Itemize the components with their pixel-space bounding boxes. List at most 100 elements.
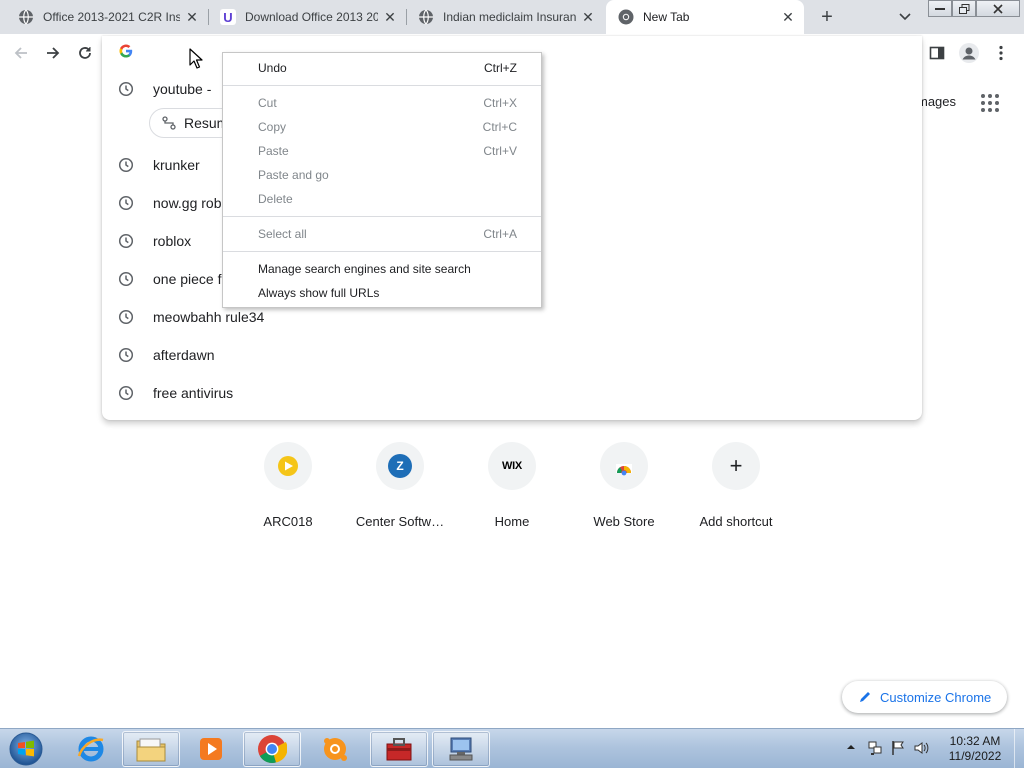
taskbar-toolbox-app[interactable] (370, 731, 428, 767)
pencil-icon (860, 692, 870, 702)
chrome-icon (618, 9, 634, 25)
omnibox-suggestion[interactable]: afterdawn (102, 336, 922, 374)
action-center-flag-icon[interactable] (890, 740, 906, 756)
add-shortcut-button[interactable]: + Add shortcut (680, 442, 792, 529)
folder-icon (136, 738, 166, 762)
shortcut-label: Home (494, 514, 530, 529)
menu-item-manage-search-engines[interactable]: Manage search engines and site search (223, 257, 541, 281)
volume-icon[interactable] (913, 740, 929, 756)
shortcut-arc018[interactable]: ARC018 (232, 442, 344, 529)
shortcut-tile: Z (376, 442, 424, 490)
network-computer-icon (449, 737, 473, 761)
side-panel-icon (929, 46, 945, 60)
close-window-button[interactable] (976, 0, 1020, 17)
shortcut-center-software[interactable]: Z Center Softw… (344, 442, 456, 529)
context-menu: Undo Ctrl+Z Cut Ctrl+X Copy Ctrl+C Paste… (222, 52, 542, 308)
close-icon[interactable]: ✕ (780, 9, 796, 25)
tab-mediclaim[interactable]: Indian mediclaim Insuranc ✕ (406, 0, 604, 34)
restore-icon (958, 3, 969, 14)
menu-item-label: Paste (258, 144, 289, 158)
menu-item-label: Delete (258, 192, 293, 206)
taskbar-internet-explorer[interactable] (62, 731, 120, 767)
taskbar-media-player[interactable] (182, 731, 240, 767)
tab-office-c2r[interactable]: Office 2013-2021 C2R Ins ✕ (0, 0, 208, 34)
taskbar-chrome[interactable] (243, 731, 301, 767)
menu-button[interactable] (988, 40, 1014, 66)
google-apps-grid-icon[interactable] (980, 93, 1000, 113)
close-icon[interactable]: ✕ (382, 9, 398, 25)
tab-title: New Tab (643, 10, 690, 24)
tab-download-office[interactable]: U Download Office 2013 20 ✕ (208, 0, 406, 34)
taskbar-clock[interactable]: 10:32 AM 11/9/2022 (940, 734, 1010, 764)
menu-item-paste[interactable]: Paste Ctrl+V (223, 139, 541, 163)
close-icon[interactable]: ✕ (184, 9, 200, 25)
menu-item-always-show-full-urls[interactable]: Always show full URLs (223, 281, 541, 305)
clock-time: 10:32 AM (949, 734, 1001, 748)
suggestion-text: now.gg rob (153, 195, 222, 211)
menu-item-shortcut: Ctrl+Z (484, 61, 517, 75)
avatar-icon (959, 43, 979, 63)
shortcut-label: Center Softw… (355, 514, 445, 529)
menu-item-copy[interactable]: Copy Ctrl+C (223, 115, 541, 139)
forward-button[interactable] (40, 40, 66, 66)
close-icon (993, 3, 1003, 14)
menu-item-label: Always show full URLs (258, 286, 380, 300)
shortcut-home[interactable]: WIX Home (456, 442, 568, 529)
tray-overflow-chevron-icon[interactable] (845, 741, 857, 753)
windows-start-button[interactable] (6, 731, 46, 767)
history-clock-icon (118, 195, 134, 211)
taskbar-file-explorer[interactable] (122, 731, 180, 767)
menu-item-label: Paste and go (258, 168, 329, 182)
close-icon[interactable]: ✕ (580, 9, 596, 25)
tab-title: Office 2013-2021 C2R Ins (43, 10, 180, 24)
tab-new-tab[interactable]: New Tab ✕ (606, 0, 804, 34)
menu-item-cut[interactable]: Cut Ctrl+X (223, 91, 541, 115)
minimize-button[interactable] (928, 0, 952, 17)
customize-label: Customize Chrome (880, 689, 992, 705)
suggestion-text: meowbahh rule34 (153, 309, 265, 325)
toolbox-icon (386, 738, 412, 761)
menu-item-undo[interactable]: Undo Ctrl+Z (223, 56, 541, 80)
clock-date: 11/9/2022 (948, 749, 1002, 763)
menu-item-shortcut: Ctrl+C (482, 120, 517, 134)
internet-explorer-icon (77, 736, 104, 762)
images-link[interactable]: mages (917, 94, 956, 109)
menu-item-shortcut: Ctrl+X (483, 96, 517, 110)
menu-item-paste-and-go[interactable]: Paste and go (223, 163, 541, 187)
kebab-menu-icon (999, 45, 1003, 61)
shortcut-label: ARC018 (263, 514, 313, 529)
show-desktop-button[interactable] (1014, 729, 1024, 768)
shortcut-tile: + (712, 442, 760, 490)
suggestion-text: youtube - (153, 81, 212, 97)
restore-button[interactable] (952, 0, 976, 17)
suggestion-text: krunker (153, 157, 200, 173)
suggestion-text: roblox (153, 233, 192, 249)
tab-title: Download Office 2013 20 (245, 10, 378, 24)
history-clock-icon (118, 309, 134, 325)
taskbar-avast[interactable] (306, 731, 364, 767)
customize-chrome-button[interactable]: Customize Chrome (842, 681, 1007, 713)
menu-divider (223, 251, 541, 252)
avast-icon (324, 738, 347, 761)
side-panel-button[interactable] (924, 40, 950, 66)
network-icon[interactable] (867, 740, 883, 756)
menu-divider (223, 85, 541, 86)
shortcut-web-store[interactable]: Web Store (568, 442, 680, 529)
chrome-icon (258, 735, 287, 763)
menu-item-delete[interactable]: Delete (223, 187, 541, 211)
profile-avatar-button[interactable] (956, 40, 982, 66)
tab-search-chevron-icon[interactable] (894, 6, 916, 28)
new-tab-button[interactable]: + (815, 5, 839, 29)
taskbar-remote-app[interactable] (432, 731, 490, 767)
menu-item-label: Copy (258, 120, 287, 134)
reload-button[interactable] (72, 40, 98, 66)
omnibox-suggestion[interactable]: free antivirus (102, 374, 922, 412)
menu-item-select-all[interactable]: Select all Ctrl+A (223, 222, 541, 246)
back-button[interactable] (8, 40, 34, 66)
play-icon (278, 456, 298, 476)
windows-taskbar: 10:32 AM 11/9/2022 (0, 728, 1024, 768)
plus-icon: + (729, 453, 743, 478)
shortcut-tile: WIX (488, 442, 536, 490)
shortcut-label: Add shortcut (699, 514, 773, 529)
shortcut-tile (600, 442, 648, 490)
